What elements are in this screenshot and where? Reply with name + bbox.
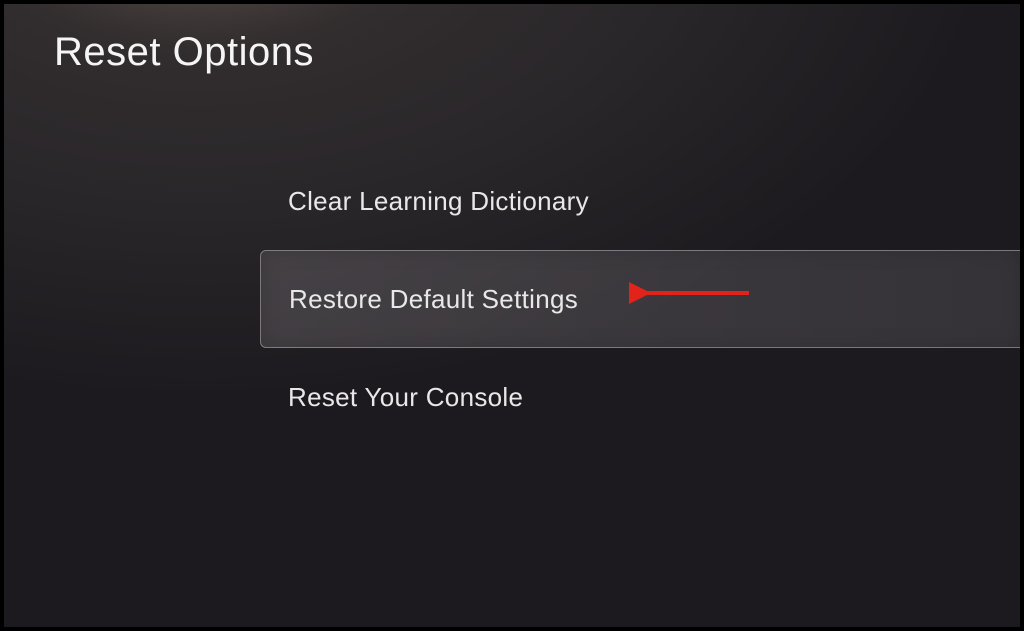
reset-options-menu: Clear Learning Dictionary Restore Defaul… <box>260 152 1020 446</box>
menu-item-clear-learning-dictionary[interactable]: Clear Learning Dictionary <box>260 152 1020 250</box>
menu-item-label: Restore Default Settings <box>289 284 578 315</box>
menu-item-label: Reset Your Console <box>288 382 523 413</box>
page-title: Reset Options <box>54 30 314 75</box>
menu-item-label: Clear Learning Dictionary <box>288 186 589 217</box>
menu-item-reset-your-console[interactable]: Reset Your Console <box>260 348 1020 446</box>
menu-item-restore-default-settings[interactable]: Restore Default Settings <box>260 250 1020 348</box>
